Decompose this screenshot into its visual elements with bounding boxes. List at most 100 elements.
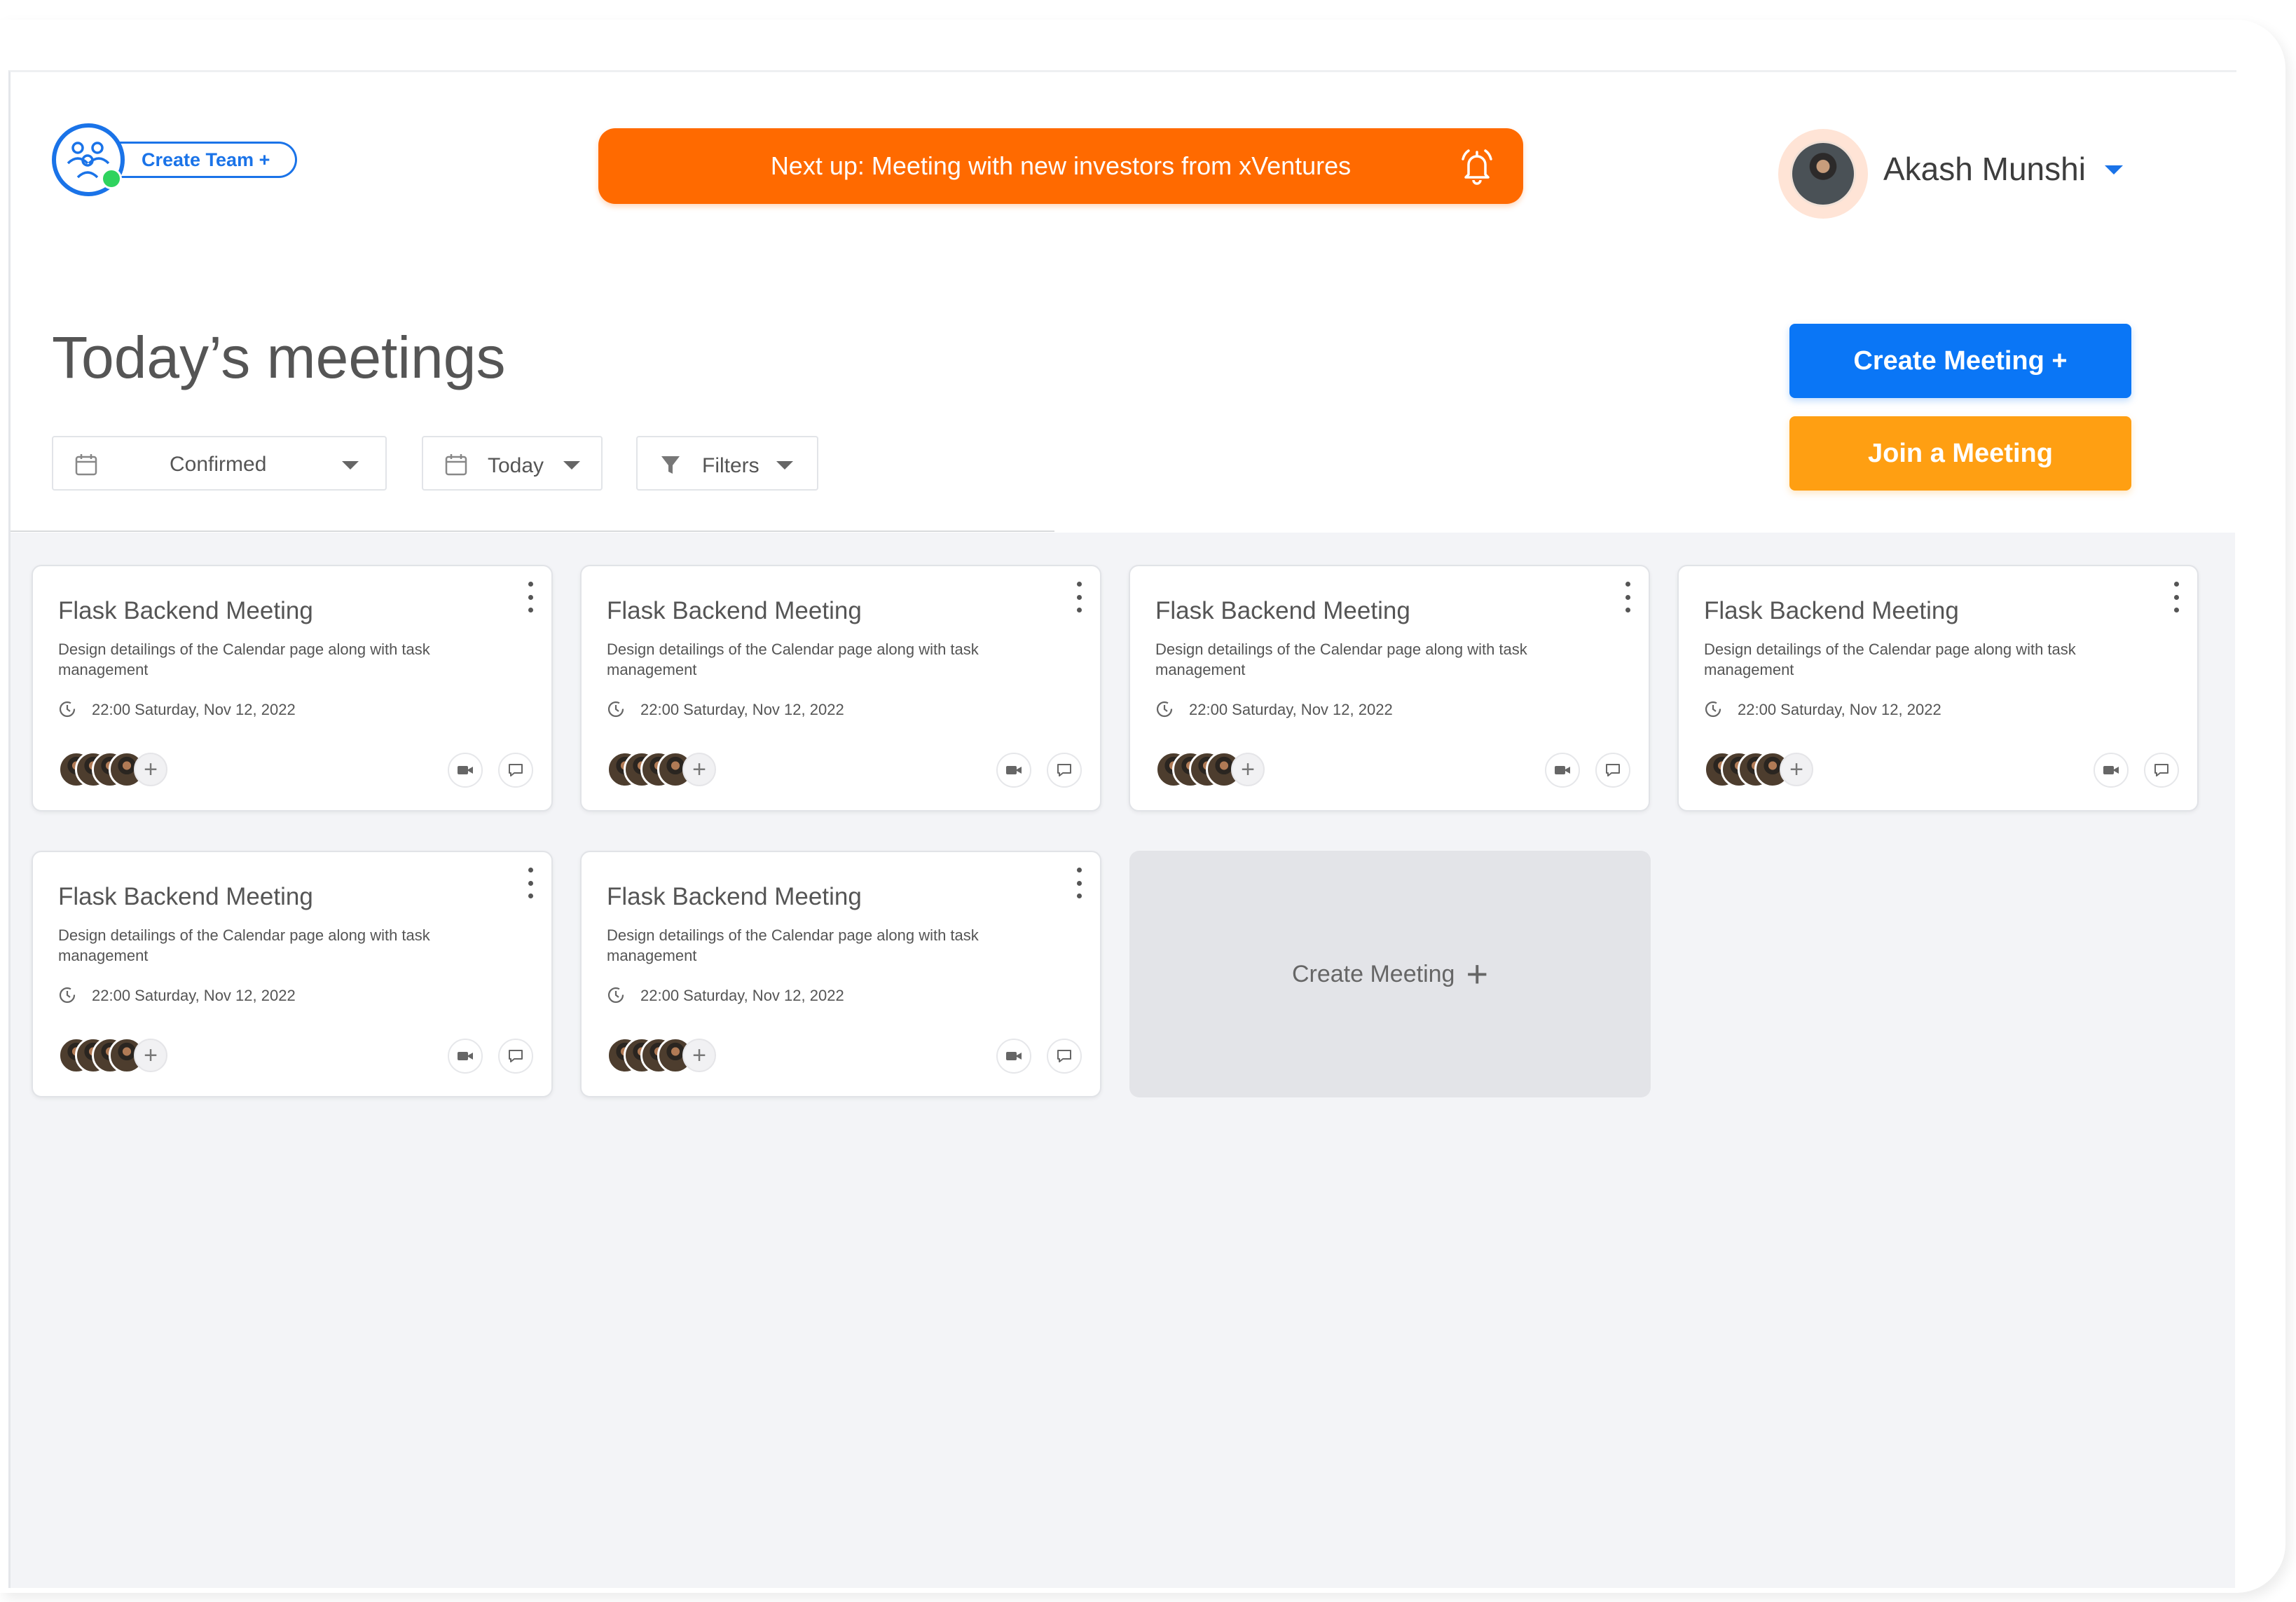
video-call-button[interactable] — [1545, 753, 1580, 788]
meeting-description: Design detailings of the Calendar page a… — [58, 926, 430, 964]
meeting-description: Design detailings of the Calendar page a… — [1155, 641, 1527, 678]
add-participant-button[interactable]: + — [134, 1039, 167, 1072]
status-filter-dropdown[interactable]: Confirmed — [52, 436, 387, 491]
video-call-button[interactable] — [996, 753, 1031, 788]
calendar-icon — [445, 454, 467, 476]
chevron-down-icon — [342, 461, 359, 470]
create-meeting-button[interactable]: Create Meeting + — [1789, 324, 2131, 398]
plus-icon: + — [144, 1041, 158, 1069]
plus-icon: + — [1466, 953, 1488, 995]
clock-icon — [59, 701, 76, 718]
more-vertical-icon[interactable] — [525, 868, 536, 898]
chat-button[interactable] — [2144, 753, 2179, 788]
filters-label: Filters — [702, 454, 759, 477]
meeting-time: 22:00 Saturday, Nov 12, 2022 — [92, 987, 296, 1004]
video-icon — [1006, 1052, 1022, 1060]
meeting-description: Design detailings of the Calendar page a… — [607, 641, 979, 678]
participants-stack[interactable]: + — [58, 751, 170, 788]
calendar-icon — [75, 454, 97, 476]
participants-stack[interactable]: + — [1704, 751, 1816, 788]
chat-icon — [1057, 764, 1071, 776]
meeting-card[interactable]: Flask Backend Meeting Design detailings … — [32, 565, 553, 812]
more-vertical-icon[interactable] — [525, 582, 536, 612]
more-vertical-icon[interactable] — [1073, 582, 1085, 612]
plus-icon: + — [1789, 755, 1803, 783]
chat-icon — [509, 1050, 523, 1062]
video-call-button[interactable] — [448, 1039, 483, 1074]
video-call-button[interactable] — [2094, 753, 2129, 788]
chevron-down-icon — [563, 461, 580, 470]
clock-icon — [1705, 701, 1721, 718]
video-icon — [2103, 766, 2119, 774]
clock-icon — [1156, 701, 1173, 718]
plus-icon: + — [692, 1041, 706, 1069]
meeting-title: Flask Backend Meeting — [1155, 597, 1410, 624]
page-title: Today’s meetings — [52, 324, 506, 390]
meeting-card[interactable]: Flask Backend Meeting Design detailings … — [580, 851, 1101, 1097]
meeting-title: Flask Backend Meeting — [58, 597, 313, 624]
status-filter-label: Confirmed — [170, 453, 267, 476]
user-name[interactable]: Akash Munshi — [1883, 150, 2086, 188]
plus-icon: + — [1241, 755, 1255, 783]
chat-button[interactable] — [1047, 753, 1082, 788]
participants-stack[interactable]: + — [607, 751, 719, 788]
date-filter-label: Today — [488, 454, 544, 477]
chat-icon — [2154, 764, 2168, 776]
add-participant-button[interactable]: + — [1780, 753, 1813, 786]
participants-stack[interactable]: + — [607, 1037, 719, 1074]
video-icon — [458, 766, 473, 774]
participants-stack[interactable]: + — [1155, 751, 1267, 788]
create-team-button[interactable]: Create Team + — [105, 142, 297, 178]
meeting-time: 22:00 Saturday, Nov 12, 2022 — [92, 701, 296, 718]
meeting-card[interactable]: Flask Backend Meeting Design detailings … — [580, 565, 1101, 812]
chat-button[interactable] — [1047, 1039, 1082, 1074]
video-icon — [1006, 766, 1022, 774]
meeting-card[interactable]: Flask Backend Meeting Design detailings … — [32, 851, 553, 1097]
meeting-description: Design detailings of the Calendar page a… — [58, 641, 430, 678]
meeting-card[interactable]: Flask Backend Meeting Design detailings … — [1129, 565, 1650, 812]
chat-icon — [509, 764, 523, 776]
next-up-banner[interactable]: Next up: Meeting with new investors from… — [598, 128, 1523, 204]
plus-icon: + — [692, 755, 706, 783]
user-avatar[interactable] — [1778, 129, 1868, 219]
more-vertical-icon[interactable] — [1622, 582, 1633, 612]
chevron-down-icon[interactable] — [2105, 165, 2123, 174]
meeting-card[interactable]: Flask Backend Meeting Design detailings … — [1677, 565, 2199, 812]
participants-stack[interactable]: + — [58, 1037, 170, 1074]
clock-icon — [59, 987, 76, 1004]
chat-button[interactable] — [498, 1039, 533, 1074]
meeting-time: 22:00 Saturday, Nov 12, 2022 — [640, 987, 844, 1004]
meeting-title: Flask Backend Meeting — [607, 597, 862, 624]
next-up-text: Next up: Meeting with new investors from… — [770, 151, 1352, 180]
chat-icon — [1057, 1050, 1071, 1062]
clock-icon — [607, 987, 624, 1004]
meeting-title: Flask Backend Meeting — [1704, 597, 1959, 624]
meeting-time: 22:00 Saturday, Nov 12, 2022 — [1738, 701, 1941, 718]
online-status-dot — [101, 168, 122, 189]
user-photo — [1790, 141, 1856, 207]
bell-icon[interactable] — [1456, 145, 1498, 187]
meeting-title: Flask Backend Meeting — [607, 883, 862, 910]
add-participant-button[interactable]: + — [134, 753, 167, 786]
create-team-label: Create Team + — [142, 149, 270, 170]
create-meeting-tile[interactable]: Create Meeting + — [1129, 851, 1651, 1097]
meeting-time: 22:00 Saturday, Nov 12, 2022 — [640, 701, 844, 718]
video-call-button[interactable] — [996, 1039, 1031, 1074]
add-participant-button[interactable]: + — [1231, 753, 1265, 786]
create-meeting-tile-label: Create Meeting — [1291, 960, 1455, 987]
more-vertical-icon[interactable] — [2171, 582, 2182, 612]
add-participant-button[interactable]: + — [682, 753, 716, 786]
add-participant-button[interactable]: + — [682, 1039, 716, 1072]
more-vertical-icon[interactable] — [1073, 868, 1085, 898]
date-filter-dropdown[interactable]: Today — [422, 436, 603, 491]
chevron-down-icon — [776, 461, 793, 470]
meeting-title: Flask Backend Meeting — [58, 883, 313, 910]
video-call-button[interactable] — [448, 753, 483, 788]
chat-button[interactable] — [498, 753, 533, 788]
chat-button[interactable] — [1595, 753, 1630, 788]
join-meeting-button[interactable]: Join a Meeting — [1789, 416, 2131, 491]
chat-icon — [1606, 764, 1620, 776]
video-icon — [458, 1052, 473, 1060]
filters-dropdown[interactable]: Filters — [636, 436, 818, 491]
filter-icon — [661, 456, 680, 474]
